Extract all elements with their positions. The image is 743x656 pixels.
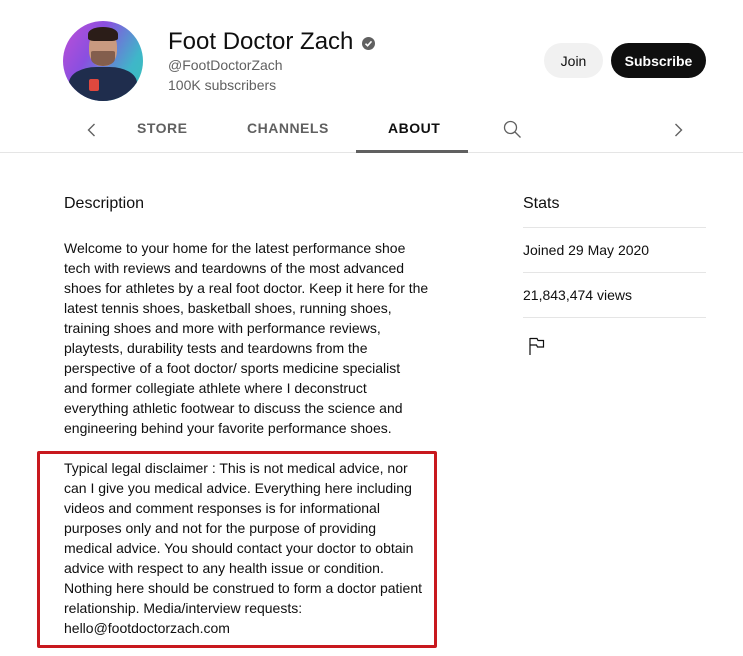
avatar-shirt-logo	[89, 79, 99, 91]
stats-divider	[523, 272, 706, 273]
channel-name-text: Foot Doctor Zach	[168, 28, 354, 55]
stats-divider	[523, 227, 706, 228]
channel-handle: @FootDoctorZach	[168, 57, 283, 73]
verified-badge-icon	[362, 36, 376, 50]
description-title: Description	[64, 195, 145, 212]
active-tab-indicator	[356, 150, 468, 153]
tab-store[interactable]: STORE	[137, 120, 187, 136]
tab-about[interactable]: ABOUT	[388, 120, 440, 136]
avatar-shirt	[69, 67, 137, 101]
channel-about-page: Foot Doctor Zach @FootDoctorZach 100K su…	[0, 0, 743, 656]
channel-name: Foot Doctor Zach	[168, 28, 376, 56]
description-text: Welcome to your home for the latest perf…	[64, 240, 429, 436]
join-button[interactable]: Join	[544, 43, 603, 78]
channel-avatar[interactable]	[63, 21, 143, 101]
avatar-beard	[91, 51, 115, 66]
chevron-left-icon[interactable]	[82, 120, 102, 140]
joined-date: Joined 29 May 2020	[523, 242, 650, 258]
view-count: 21,843,474 views	[523, 287, 632, 303]
channel-tabs: STORE CHANNELS ABOUT	[0, 108, 743, 153]
avatar-hair	[88, 27, 118, 41]
tab-channels[interactable]: CHANNELS	[247, 120, 329, 136]
chevron-right-icon[interactable]	[668, 120, 688, 140]
stats-title: Stats	[523, 195, 560, 212]
search-icon[interactable]	[502, 119, 522, 139]
stats-divider	[523, 317, 706, 318]
subscriber-count: 100K subscribers	[168, 77, 277, 93]
flag-icon[interactable]	[527, 336, 547, 356]
disclaimer-text: Typical legal disclaimer : This is not m…	[64, 460, 422, 636]
subscribe-button[interactable]: Subscribe	[611, 43, 706, 78]
